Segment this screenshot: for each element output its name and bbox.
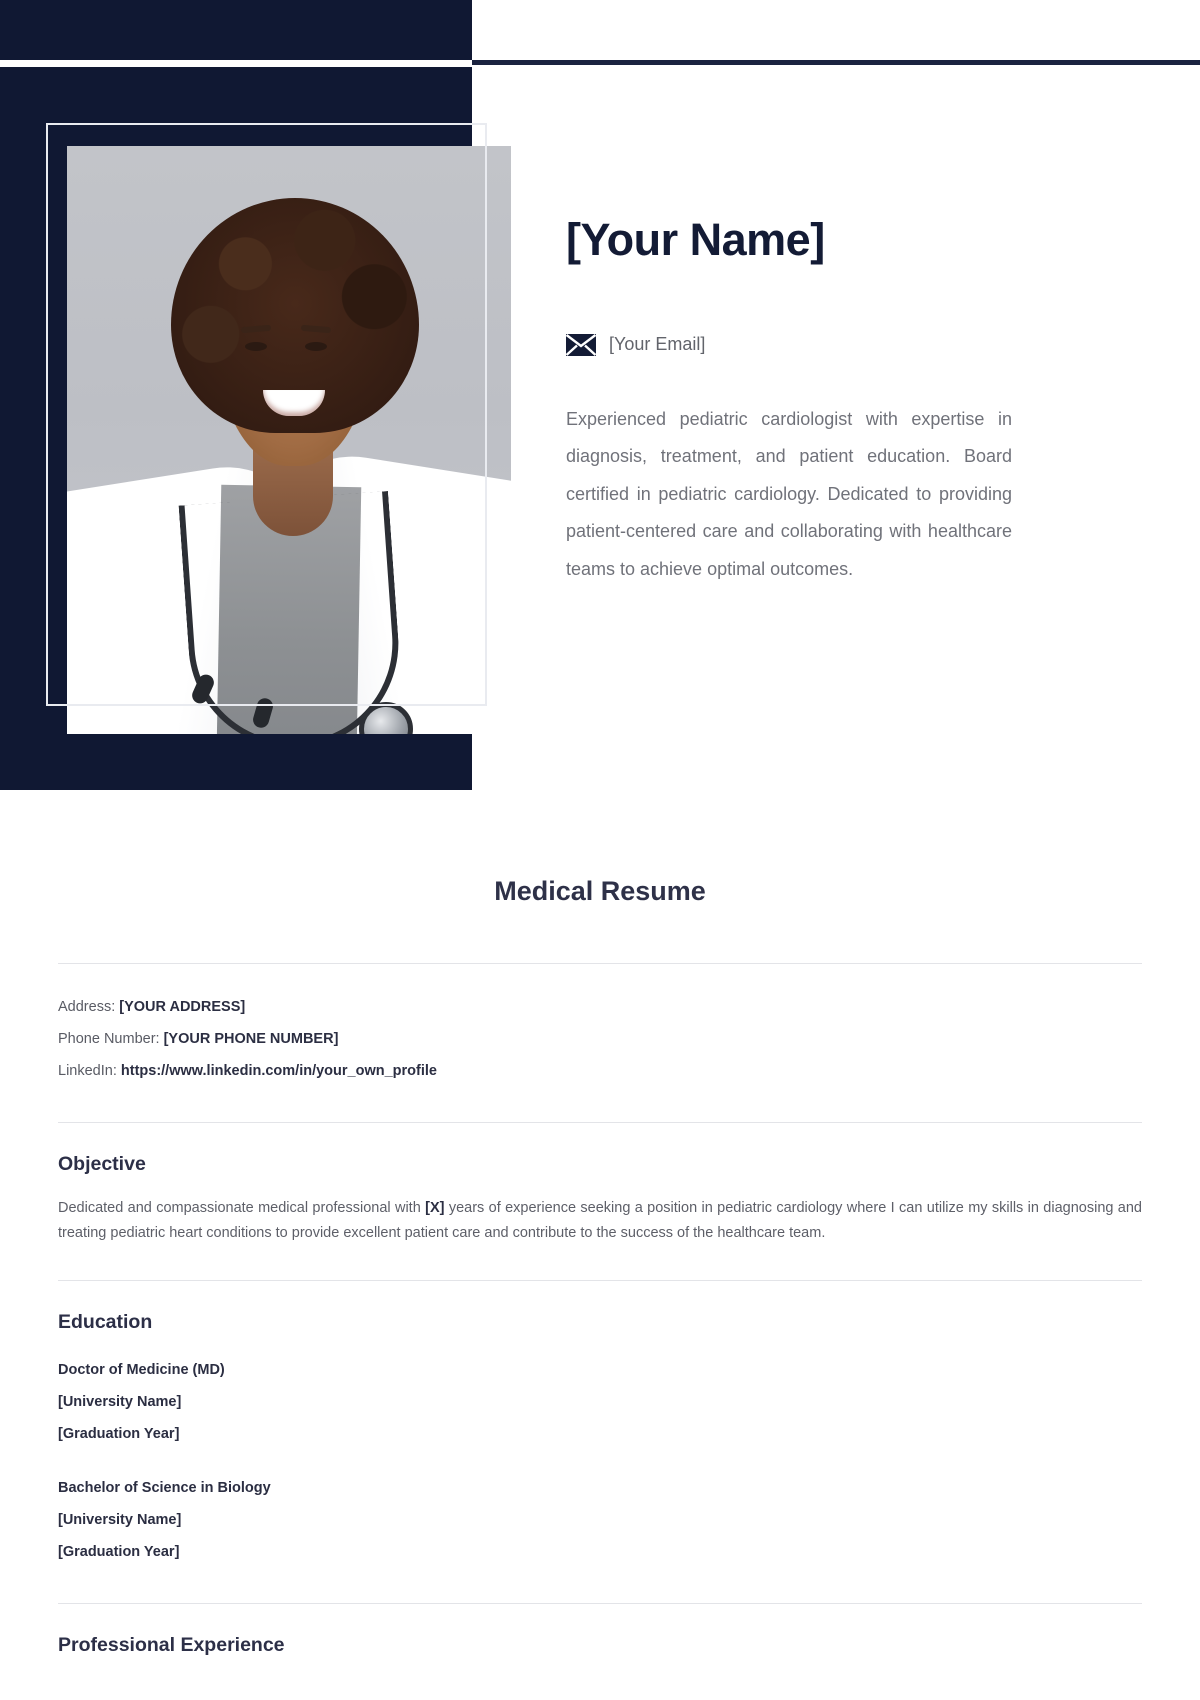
- eye-right: [305, 342, 327, 351]
- education-section: Education Doctor of Medicine (MD) [Unive…: [58, 1281, 1142, 1569]
- contact-phone: Phone Number: [YOUR PHONE NUMBER]: [58, 1024, 1142, 1056]
- professional-summary: Experienced pediatric cardiologist with …: [566, 408, 1012, 579]
- contact-linkedin-value[interactable]: https://www.linkedin.com/in/your_own_pro…: [121, 1063, 437, 1079]
- eye-left: [245, 342, 267, 351]
- experience-section: Professional Experience: [58, 1604, 1142, 1657]
- resume-page: [Your Name] [Your Email] Experienced ped…: [0, 0, 1200, 1700]
- stethoscope-tube: [178, 490, 406, 734]
- experience-heading: Professional Experience: [58, 1633, 285, 1656]
- contact-address-label: Address:: [58, 999, 116, 1015]
- contact-address-value: [YOUR ADDRESS]: [119, 999, 246, 1015]
- objective-years-placeholder: [X]: [425, 1199, 445, 1216]
- navy-top-band: [0, 0, 472, 60]
- header-horizontal-rule: [472, 60, 1200, 65]
- hero-section: [Your Name] [Your Email] Experienced ped…: [0, 0, 1200, 790]
- objective-heading: Objective: [58, 1152, 146, 1175]
- profile-photo: [67, 146, 511, 734]
- education-degree: Bachelor of Science in Biology: [58, 1480, 271, 1497]
- contact-linkedin: LinkedIn: https://www.linkedin.com/in/yo…: [58, 1056, 1142, 1088]
- resume-title: Medical Resume: [494, 876, 706, 906]
- education-university: [University Name]: [58, 1393, 182, 1410]
- education-year: [Graduation Year]: [58, 1425, 180, 1442]
- objective-text: Dedicated and compassionate medical prof…: [58, 1196, 1142, 1246]
- education-year: [Graduation Year]: [58, 1544, 180, 1561]
- page-title: [Your Name]: [566, 214, 825, 265]
- objective-text-before: Dedicated and compassionate medical prof…: [58, 1199, 426, 1216]
- email-row: [Your Email]: [566, 333, 1012, 356]
- contact-address: Address: [YOUR ADDRESS]: [58, 992, 1142, 1024]
- education-university: [University Name]: [58, 1512, 182, 1529]
- contact-block: Address: [YOUR ADDRESS] Phone Number: [Y…: [58, 964, 1142, 1088]
- education-entry: Bachelor of Science in Biology [Universi…: [58, 1472, 1142, 1569]
- objective-section: Objective Dedicated and compassionate me…: [58, 1123, 1142, 1246]
- hero-details: [Your Name] [Your Email] Experienced ped…: [566, 214, 1012, 588]
- email-value: [Your Email]: [609, 334, 706, 355]
- envelope-icon: [566, 333, 596, 356]
- contact-phone-label: Phone Number:: [58, 1030, 160, 1047]
- education-heading: Education: [58, 1310, 153, 1333]
- profile-photo-image: [67, 146, 511, 734]
- resume-body: Medical Resume Address: [YOUR ADDRESS] P…: [0, 790, 1200, 1677]
- contact-phone-value: [YOUR PHONE NUMBER]: [163, 1030, 339, 1047]
- education-degree: Doctor of Medicine (MD): [58, 1361, 225, 1378]
- contact-linkedin-label: LinkedIn:: [58, 1062, 117, 1079]
- education-entry: Doctor of Medicine (MD) [University Name…: [58, 1354, 1142, 1451]
